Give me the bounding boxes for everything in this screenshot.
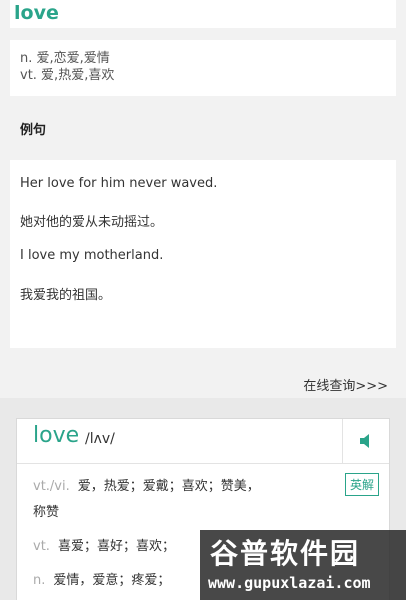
speaker-icon [360, 434, 369, 448]
online-query-link[interactable]: 在线查询>>> [303, 375, 388, 394]
dictionary-word: love [33, 423, 80, 448]
example-sentence-cn-2: 我爱我的祖国。 [20, 288, 112, 303]
definition-line-noun: n. 爱,恋爱,爱情 [20, 51, 110, 66]
word-title: love [14, 2, 59, 24]
speaker-button[interactable] [342, 419, 389, 463]
word-header: love [10, 0, 396, 28]
part-of-speech: n. [33, 573, 46, 588]
examples-card: Her love for him never waved. 她对他的爱从未动摇过… [10, 160, 396, 348]
meaning-row: n. 爱情，爱意；疼爱； [33, 569, 170, 588]
part-of-speech: vt./vi. [33, 479, 70, 494]
english-explanation-button[interactable]: 英解 [344, 473, 379, 496]
examples-title: 例句 [20, 123, 47, 138]
example-sentence-en-1: Her love for him never waved. [20, 176, 218, 191]
example-sentence-cn-1: 她对他的爱从未动摇过。 [20, 215, 164, 230]
meaning-row: vt. 喜爱；喜好；喜欢； [33, 535, 175, 554]
definition-card: n. 爱,恋爱,爱情 vt. 爱,热爱,喜欢 [10, 40, 396, 96]
watermark-url: www.gupuxlazai.com [208, 574, 371, 592]
meaning-continuation: 称赞 [33, 505, 60, 520]
phonetic-text: /lʌv/ [85, 431, 115, 447]
example-sentence-en-2: I love my motherland. [20, 248, 164, 263]
part-of-speech: vt. [33, 539, 50, 554]
meaning-text: 爱，热爱；爱戴；喜欢；赞美， [77, 479, 260, 494]
meaning-row: vt./vi. 爱，热爱；爱戴；喜欢；赞美， [33, 475, 260, 494]
meaning-text: 爱情，爱意；疼爱； [53, 573, 171, 588]
watermark-title: 谷普软件园 [210, 537, 361, 570]
definition-line-verb: vt. 爱,热爱,喜欢 [20, 68, 115, 83]
watermark: 谷普软件园 www.gupuxlazai.com [200, 530, 406, 600]
dictionary-header: love /lʌv/ [17, 419, 389, 464]
meaning-text: 喜爱；喜好；喜欢； [57, 539, 175, 554]
